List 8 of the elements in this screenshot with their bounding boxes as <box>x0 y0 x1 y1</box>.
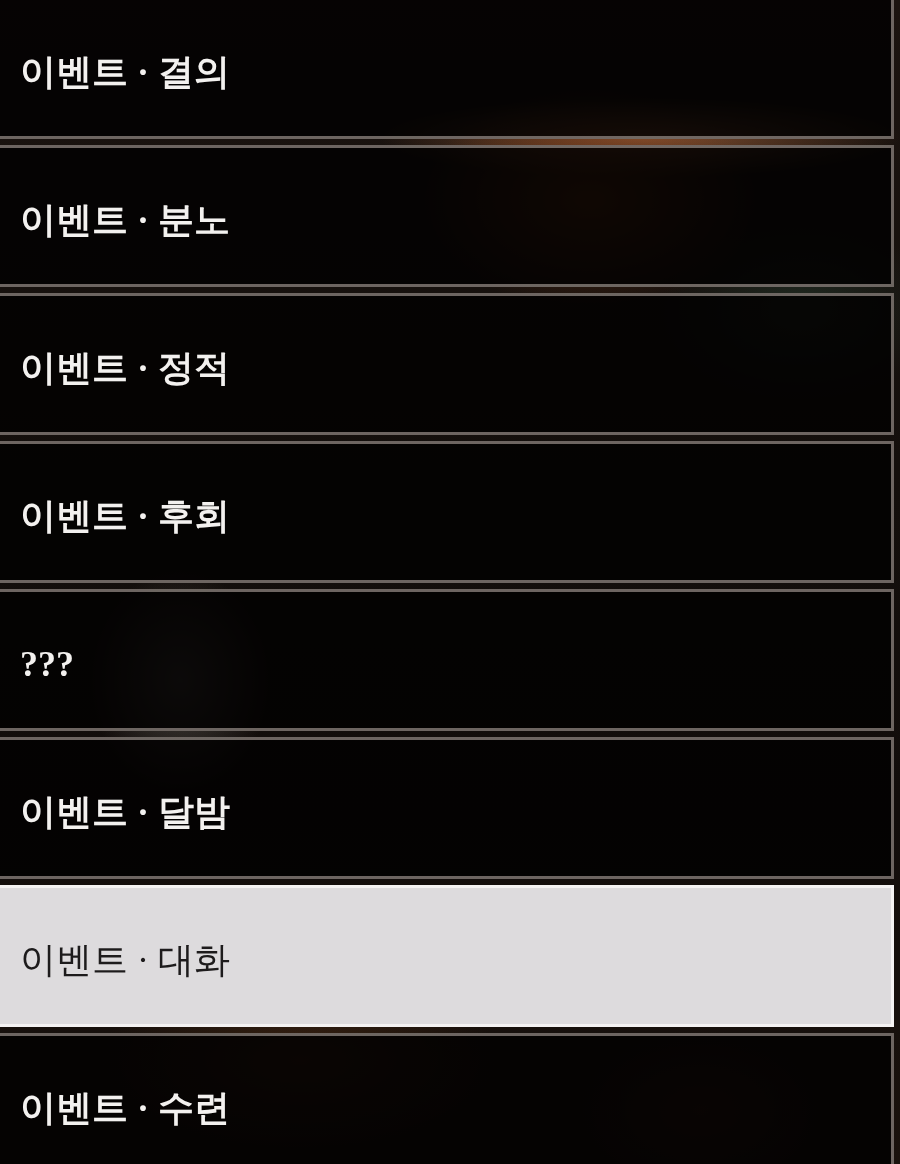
event-list-item[interactable]: ??? <box>0 589 894 731</box>
event-list-item[interactable]: 이벤트 · 결의 <box>0 0 894 139</box>
event-list-item[interactable]: 이벤트 · 정적 <box>0 293 894 435</box>
event-list-item[interactable]: 이벤트 · 후회 <box>0 441 894 583</box>
event-list-item[interactable]: 이벤트 · 분노 <box>0 145 894 287</box>
event-list-item[interactable]: 이벤트 · 수련 <box>0 1033 894 1164</box>
event-list-item[interactable]: 이벤트 · 대화 <box>0 885 894 1027</box>
event-list-item[interactable]: 이벤트 · 달밤 <box>0 737 894 879</box>
